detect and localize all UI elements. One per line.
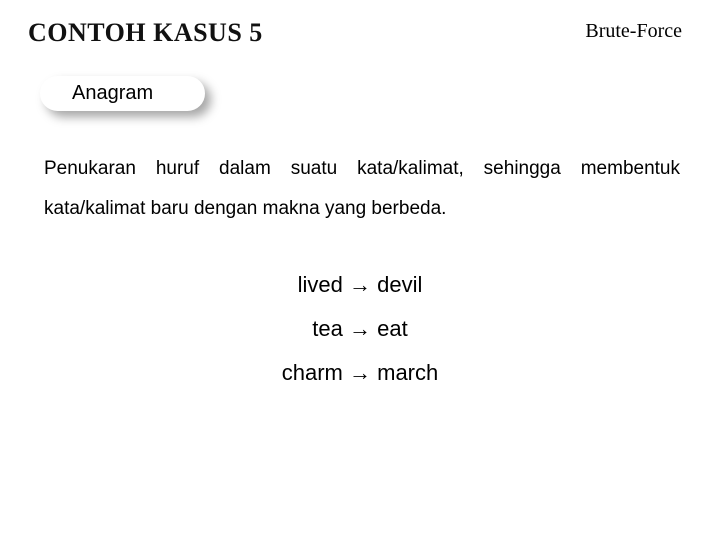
example-to: devil — [377, 272, 422, 297]
example-to: eat — [377, 316, 408, 341]
slide-header: CONTOH KASUS 5 Brute-Force — [0, 0, 720, 48]
topic-badge: Brute-Force — [571, 18, 692, 45]
examples-block: lived → devil tea → eat charm → march — [0, 263, 720, 395]
description-paragraph: Penukaran huruf dalam suatu kata/kalimat… — [0, 111, 720, 229]
example-row: charm → march — [0, 351, 720, 395]
example-from: tea — [312, 316, 343, 341]
arrow-icon: → — [349, 360, 371, 385]
subheading-badge: Anagram — [40, 76, 205, 111]
example-from: charm — [282, 360, 343, 385]
arrow-icon: → — [349, 316, 371, 341]
example-row: lived → devil — [0, 263, 720, 307]
example-row: tea → eat — [0, 307, 720, 351]
arrow-icon: → — [349, 272, 371, 297]
example-to: march — [377, 360, 438, 385]
example-from: lived — [298, 272, 343, 297]
slide-title: CONTOH KASUS 5 — [28, 18, 263, 48]
